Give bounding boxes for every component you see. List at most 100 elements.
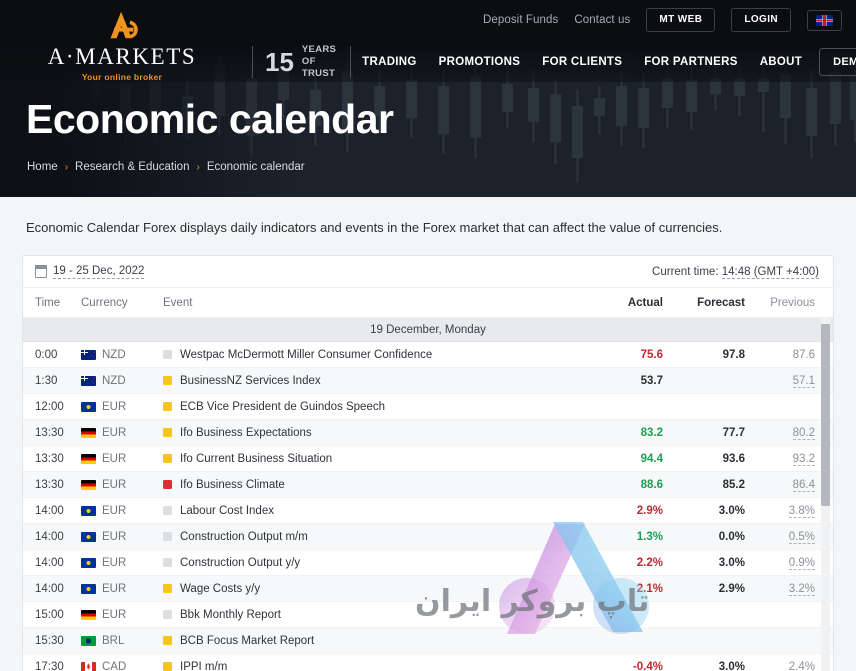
row-time: 13:30 [35, 478, 64, 491]
br-flag-icon [81, 635, 96, 646]
column-header-actual[interactable]: Actual [589, 297, 663, 309]
row-forecast: 77.7 [722, 426, 745, 439]
nav-trading[interactable]: TRADING [351, 56, 428, 68]
calendar-row[interactable]: 17:30 CAD IPPI m/m -0.4% 3.0% 2.4% [23, 654, 833, 671]
row-forecast: 3.0% [718, 660, 745, 671]
intro-text: Economic Calendar Forex displays daily i… [26, 220, 723, 235]
calendar-scroll-area[interactable]: 19 December, Monday 0:00 NZD Westpac McDer… [23, 318, 833, 671]
row-event-name[interactable]: Wage Costs y/y [180, 583, 260, 595]
nav-promotions[interactable]: PROMOTIONS [428, 56, 532, 68]
column-header-previous[interactable]: Previous [745, 297, 833, 309]
row-event-name[interactable]: Bbk Monthly Report [180, 609, 281, 621]
contact-us-link[interactable]: Contact us [574, 14, 630, 26]
row-event-name[interactable]: IPPI m/m [180, 661, 227, 671]
eu-flag-icon [81, 583, 96, 594]
row-event-name[interactable]: BCB Focus Market Report [180, 635, 314, 647]
row-previous: 93.2 [792, 452, 815, 466]
calendar-row[interactable]: 0:00 NZD Westpac McDermott Miller Consumer… [23, 342, 833, 368]
years-number: 15 [265, 47, 294, 77]
row-currency-code: EUR [102, 556, 127, 569]
row-currency-code: BRL [102, 634, 125, 647]
calendar-row[interactable]: 14:00 EUR Labour Cost Index 2.9% 3.0% 3.8% [23, 498, 833, 524]
calendar-row[interactable]: 13:30 EUR Ifo Current Business Situation 94… [23, 446, 833, 472]
language-switcher[interactable] [807, 9, 842, 31]
eu-flag-icon [81, 505, 96, 516]
nav-about[interactable]: ABOUT [749, 56, 813, 68]
row-actual: 2.1% [636, 582, 663, 595]
row-event: Ifo Business Expectations [163, 427, 589, 439]
calendar-row[interactable]: 14:00 EUR Construction Output m/m 1.3% 0.0% 0… [23, 524, 833, 550]
row-time: 12:00 [35, 400, 64, 413]
calendar-row[interactable]: 1:30 NZD BusinessNZ Services Index 53.7 57.1 [23, 368, 833, 394]
row-event-name[interactable]: BusinessNZ Services Index [180, 375, 321, 387]
row-previous: 0.9% [788, 556, 815, 570]
row-event: Ifo Business Climate [163, 479, 589, 491]
nav-for-clients[interactable]: FOR CLIENTS [531, 56, 633, 68]
mt-web-button[interactable]: MT WEB [646, 8, 716, 32]
column-header-forecast[interactable]: Forecast [663, 297, 745, 309]
scrollbar-thumb[interactable] [821, 324, 830, 506]
row-event-name[interactable]: Ifo Business Expectations [180, 427, 312, 439]
nav-for-partners[interactable]: FOR PARTNERS [633, 56, 748, 68]
row-time: 14:00 [35, 582, 64, 595]
calendar-row[interactable]: 15:00 EUR Bbk Monthly Report [23, 602, 833, 628]
row-event-name[interactable]: Ifo Current Business Situation [180, 453, 332, 465]
row-time: 13:30 [35, 426, 64, 439]
date-range-picker[interactable]: 19 - 25 Dec, 2022 [34, 264, 145, 279]
row-time: 14:00 [35, 556, 64, 569]
date-range-value: 19 - 25 Dec, 2022 [53, 264, 145, 279]
row-time: 0:00 [35, 348, 58, 361]
row-actual: 75.6 [640, 348, 663, 361]
row-event-name[interactable]: ECB Vice President de Guindos Speech [180, 401, 385, 413]
vertical-scrollbar[interactable] [821, 318, 830, 671]
row-event-name[interactable]: Construction Output y/y [180, 557, 300, 569]
years-label-line2: OF TRUST [301, 56, 336, 79]
row-event-name[interactable]: Westpac McDermott Miller Consumer Confid… [180, 349, 432, 361]
row-currency-code: NZD [102, 374, 126, 387]
row-event-name[interactable]: Labour Cost Index [180, 505, 274, 517]
row-forecast: 3.0% [718, 556, 745, 569]
years-label-line1: YEARS [301, 44, 337, 56]
login-button[interactable]: LOGIN [731, 8, 791, 32]
eu-flag-icon [81, 557, 96, 568]
row-event: Construction Output y/y [163, 557, 589, 569]
deposit-funds-link[interactable]: Deposit Funds [483, 14, 558, 26]
row-event: Bbk Monthly Report [163, 609, 589, 621]
column-header-event[interactable]: Event [163, 297, 589, 309]
site-logo[interactable]: A·MARKETS Your online broker [22, 10, 222, 82]
calendar-row[interactable]: 15:30 BRL BCB Focus Market Report [23, 628, 833, 654]
column-header-time[interactable]: Time [23, 297, 81, 309]
breadcrumb-research-education[interactable]: Research & Education [75, 161, 189, 173]
calendar-row[interactable]: 13:30 EUR Ifo Business Climate 88.6 85.2 86.4 [23, 472, 833, 498]
calendar-row[interactable]: 13:30 EUR Ifo Business Expectations 83.2 77.… [23, 420, 833, 446]
row-event: Labour Cost Index [163, 505, 589, 517]
current-time-value[interactable]: 14:48 (GMT +4:00) [721, 265, 819, 279]
row-event: ECB Vice President de Guindos Speech [163, 401, 589, 413]
page-body: Economic Calendar Forex displays daily i… [0, 197, 856, 671]
calendar-row[interactable]: 14:00 EUR Construction Output y/y 2.2% 3.0% 0… [23, 550, 833, 576]
row-event: BusinessNZ Services Index [163, 375, 589, 387]
eu-flag-icon [81, 401, 96, 412]
row-time: 14:00 [35, 530, 64, 543]
calendar-row[interactable]: 14:00 EUR Wage Costs y/y 2.1% 2.9% 3.2% [23, 576, 833, 602]
column-header-currency[interactable]: Currency [81, 297, 163, 309]
row-forecast: 85.2 [722, 478, 745, 491]
row-currency-code: EUR [102, 582, 127, 595]
row-previous: 0.5% [788, 530, 815, 544]
row-actual: 53.7 [640, 374, 663, 387]
breadcrumb-separator-icon: › [64, 161, 69, 173]
row-actual: 1.3% [636, 530, 663, 543]
breadcrumb-home[interactable]: Home [27, 161, 58, 173]
calendar-row[interactable]: 12:00 EUR ECB Vice President de Guindos Sp… [23, 394, 833, 420]
importance-medium-icon [163, 662, 172, 671]
de-flag-icon [81, 609, 96, 620]
demo-button[interactable]: DEMO [819, 48, 856, 76]
row-previous: 2.4% [788, 660, 815, 671]
row-currency-code: EUR [102, 478, 127, 491]
row-currency-code: EUR [102, 426, 127, 439]
row-event-name[interactable]: Ifo Business Climate [180, 479, 285, 491]
row-time: 13:30 [35, 452, 64, 465]
breadcrumb-separator-icon: › [196, 161, 200, 173]
row-event-name[interactable]: Construction Output m/m [180, 531, 308, 543]
row-event: BCB Focus Market Report [163, 635, 589, 647]
